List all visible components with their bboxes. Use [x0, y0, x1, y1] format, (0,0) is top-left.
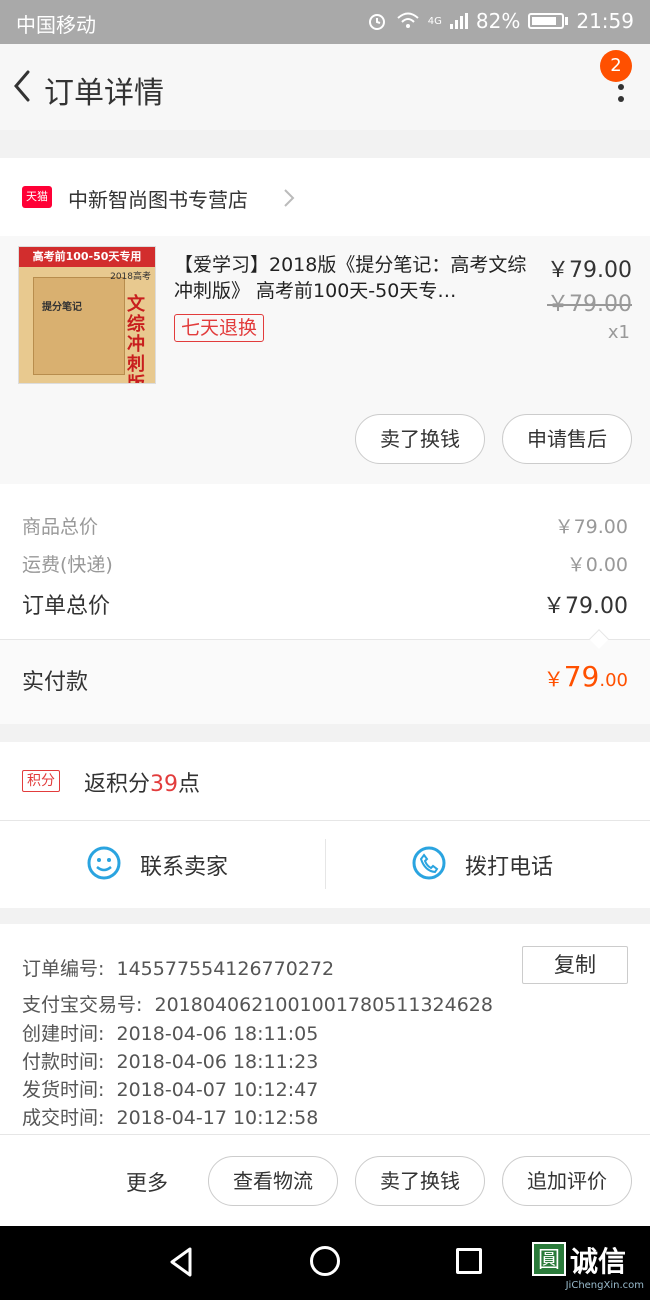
thumbnail-book-title: 提分笔记 [42, 302, 82, 313]
created-time: 2018-04-06 18:11:05 [116, 1023, 319, 1045]
phone-icon [412, 846, 446, 880]
thumbnail-banner: 高考前100-50天专用 [19, 247, 155, 267]
price-summary: 商品总价 ￥79.00 运费(快递) ￥0.00 订单总价 ￥79.00 实付款… [0, 484, 650, 724]
contact-seller-label: 联系卖家 [140, 855, 229, 880]
battery-percent: 82% [475, 9, 521, 33]
order-no-label: 订单编号: [22, 958, 105, 980]
back-arrow-icon[interactable] [8, 66, 38, 106]
shipped-label: 发货时间: [22, 1079, 105, 1101]
created-label: 创建时间: [22, 1023, 105, 1045]
clock: 21:59 [576, 9, 634, 33]
call-phone-label: 拨打电话 [465, 855, 554, 880]
thumbnail-vertical-title: 文综冲刺版 [127, 294, 145, 384]
contact-bar: 联系卖家 拨打电话 [0, 820, 650, 908]
product-price: ￥79.00 [547, 258, 632, 283]
done-time: 2018-04-17 10:12:58 [116, 1107, 319, 1129]
order-info: 订单编号: 145577554126770272 复制 支付宝交易号: 2018… [0, 924, 650, 1134]
action-bar: 更多 查看物流 卖了换钱 追加评价 [0, 1134, 650, 1226]
signal-icon [449, 13, 468, 29]
points-number: 39 [150, 772, 179, 797]
product-title[interactable]: 【爱学习】2018版《提分笔记：高考文综冲刺版》 高考前100天-50天专… [174, 252, 530, 304]
chevron-right-icon [284, 189, 295, 207]
product-quantity: x1 [607, 322, 630, 343]
carrier-name: 中国移动 [16, 13, 96, 37]
goods-total-value: ￥79.00 [554, 516, 628, 538]
call-phone-button[interactable]: 拨打电话 [325, 821, 650, 909]
points-text: 返积分39点 [84, 772, 201, 797]
paid-amount: ￥79.00 [543, 660, 628, 693]
done-label: 成交时间: [22, 1107, 105, 1129]
order-no: 145577554126770272 [116, 958, 335, 980]
paid-label: 实付款 [22, 670, 89, 695]
shipped-time: 2018-04-07 10:12:47 [116, 1079, 319, 1101]
points-tag: 积分 [22, 770, 60, 792]
page-title: 订单详情 [44, 76, 164, 111]
order-total-label: 订单总价 [22, 594, 111, 619]
shipping-value: ￥0.00 [566, 554, 628, 576]
add-review-button[interactable]: 追加评价 [502, 1156, 632, 1206]
after-sale-button[interactable]: 申请售后 [502, 414, 632, 464]
return-policy-tag: 七天退换 [174, 314, 265, 342]
battery-icon [528, 13, 565, 29]
watermark-logo: 圓 诚信 JiChengXin.com [532, 1240, 644, 1296]
nav-recent-icon[interactable] [456, 1248, 482, 1274]
alipay-no: 2018040621001001780511324628 [154, 994, 493, 1016]
goods-total-label: 商品总价 [22, 516, 99, 538]
contact-seller-button[interactable]: 联系卖家 [0, 821, 325, 909]
paid-time: 2018-04-06 18:11:23 [116, 1051, 319, 1073]
shipping-label: 运费(快递) [22, 554, 113, 576]
order-total-value: ￥79.00 [543, 594, 628, 619]
chat-face-icon [87, 846, 121, 880]
copy-button[interactable]: 复制 [522, 946, 628, 984]
tmall-badge: 天猫 [22, 186, 52, 208]
status-bar: 中国移动 4G 82% 21:59 [0, 0, 650, 44]
shop-row[interactable]: 天猫 中新智尚图书专营店 [0, 158, 650, 236]
resell-button[interactable]: 卖了换钱 [355, 414, 485, 464]
shop-name: 中新智尚图书专营店 [68, 188, 248, 212]
network-type: 4G [427, 15, 442, 27]
wifi-icon [397, 12, 419, 28]
alipay-label: 支付宝交易号: [22, 994, 143, 1016]
thumbnail-year: 2018高考 [110, 272, 151, 282]
product-thumbnail[interactable]: 高考前100-50天专用 提分笔记 2018高考 文综冲刺版 [18, 246, 156, 384]
nav-back-icon[interactable] [168, 1246, 194, 1278]
paid-row: 实付款 ￥79.00 [0, 640, 650, 724]
product-card: 高考前100-50天专用 提分笔记 2018高考 文综冲刺版 【爱学习】2018… [0, 236, 650, 484]
more-button[interactable]: 更多 [126, 1167, 168, 1197]
app-header: 订单详情 2 [0, 44, 650, 130]
resell-button-bottom[interactable]: 卖了换钱 [355, 1156, 485, 1206]
points-row: 积分 返积分39点 [0, 742, 650, 820]
alarm-icon [368, 14, 385, 30]
view-logistics-button[interactable]: 查看物流 [208, 1156, 338, 1206]
paid-time-label: 付款时间: [22, 1051, 105, 1073]
notification-badge: 2 [600, 50, 632, 82]
nav-home-icon[interactable] [310, 1246, 340, 1276]
product-original-price: ￥79.00 [547, 292, 632, 317]
system-nav-bar: 圓 诚信 JiChengXin.com [0, 1226, 650, 1300]
